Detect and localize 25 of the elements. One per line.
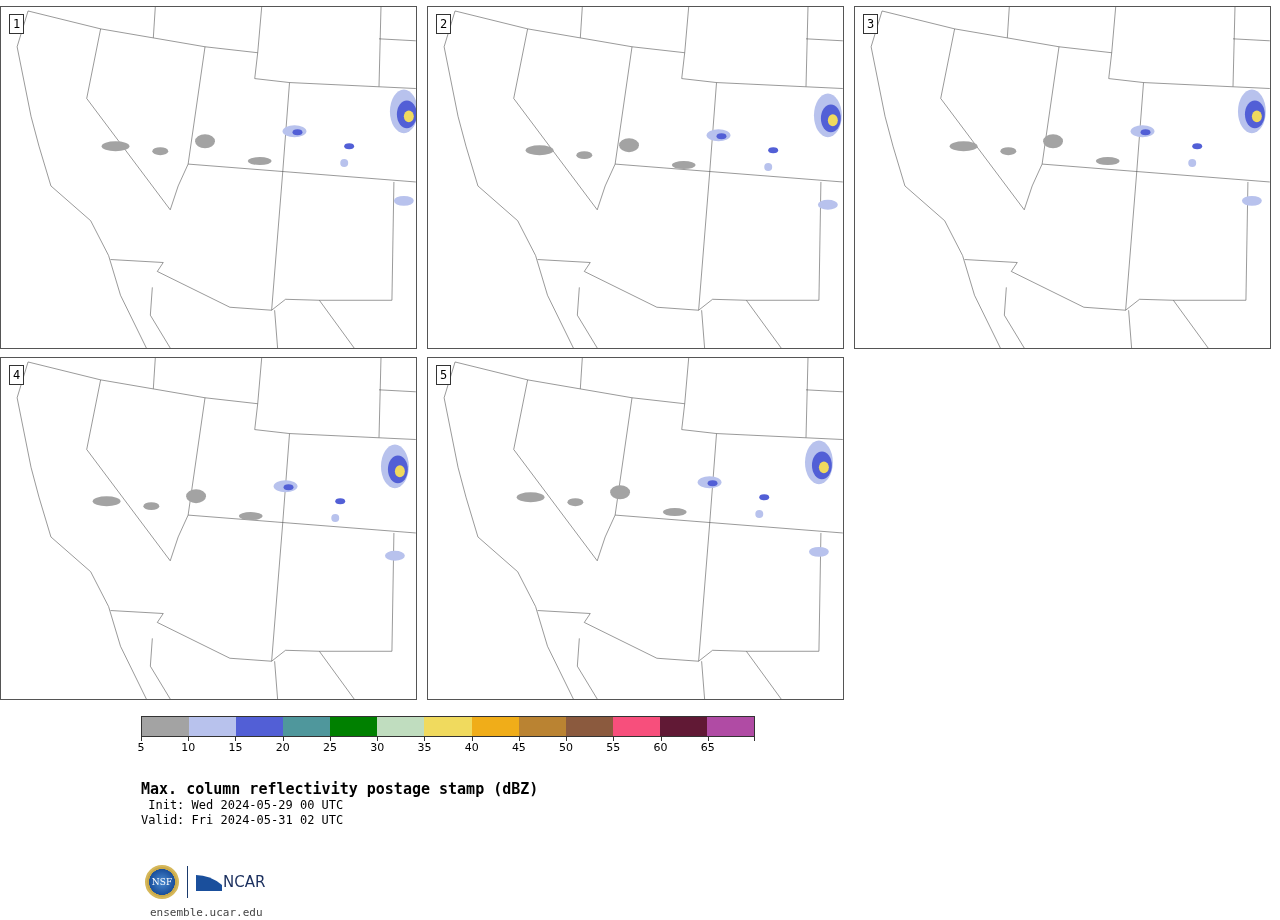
init-time: Init: Wed 2024-05-29 00 UTC	[147, 798, 345, 813]
tick-label: 10	[181, 742, 196, 754]
chart-title: Max. column reflectivity postage stamp (dBZ)	[141, 780, 540, 798]
tick-label: 50	[559, 742, 574, 754]
website-url: ensemble.ucar.edu	[150, 906, 264, 919]
panel-number: 1	[9, 14, 25, 34]
tick-label: 55	[606, 742, 621, 754]
tick-label: 40	[464, 742, 479, 754]
valid-time: Valid: Fri 2024-05-31 02 UTC	[141, 813, 345, 828]
tick-label: 30	[370, 742, 385, 754]
tick-label: 5	[137, 742, 145, 754]
swoosh-icon	[196, 873, 222, 891]
tick-label: 45	[511, 742, 526, 754]
ncar-logo: NCAR	[223, 873, 266, 891]
tick-label: 35	[417, 742, 432, 754]
panel-number: 2	[436, 14, 452, 34]
tick-label: 25	[322, 742, 337, 754]
tick-label: 15	[228, 742, 243, 754]
seal-logo: NSF	[145, 865, 179, 899]
tick-label: 65	[700, 742, 715, 754]
tick-label: 20	[275, 742, 290, 754]
panel-number: 3	[863, 14, 879, 34]
panel-number: 4	[9, 365, 25, 385]
panel-number: 5	[436, 365, 452, 385]
tick-label: 60	[653, 742, 668, 754]
